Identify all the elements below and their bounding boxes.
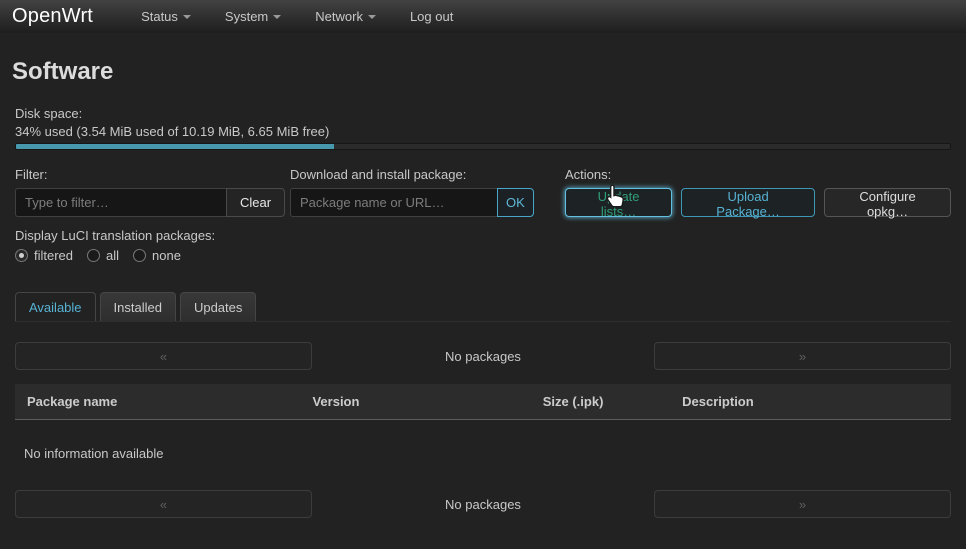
radio-none[interactable]: none <box>133 248 181 263</box>
pagination-top: « No packages » <box>15 342 951 370</box>
nav-item-network[interactable]: Network <box>315 9 376 24</box>
ok-button[interactable]: OK <box>497 188 534 217</box>
chevron-down-icon <box>183 15 191 19</box>
disk-space-label: Disk space: <box>15 106 951 121</box>
column-package-name: Package name <box>15 384 300 420</box>
chevron-down-icon <box>368 15 376 19</box>
configure-opkg-button[interactable]: Configure opkg… <box>824 188 951 217</box>
radio-icon <box>87 249 100 262</box>
pagination-bottom: « No packages » <box>15 490 951 518</box>
column-description: Description <box>670 384 951 420</box>
nav-item-network-label: Network <box>315 9 363 24</box>
nav-item-status[interactable]: Status <box>141 9 191 24</box>
radio-filtered[interactable]: filtered <box>15 248 73 263</box>
download-section: Download and install package: OK <box>290 167 565 217</box>
empty-table-message: No information available <box>24 446 951 461</box>
upload-package-button[interactable]: Upload Package… <box>681 188 815 217</box>
clear-button[interactable]: Clear <box>226 188 285 217</box>
radio-icon <box>15 249 28 262</box>
column-size: Size (.ipk) <box>531 384 670 420</box>
page-title: Software <box>12 58 951 86</box>
main-nav: Status System Network Log out <box>141 9 453 24</box>
nav-item-logout[interactable]: Log out <box>410 9 453 24</box>
prev-page-button[interactable]: « <box>15 490 312 518</box>
prev-page-button[interactable]: « <box>15 342 312 370</box>
next-page-button[interactable]: » <box>654 342 951 370</box>
translation-label: Display LuCI translation packages: <box>15 228 951 243</box>
next-page-button[interactable]: » <box>654 490 951 518</box>
filter-label: Filter: <box>15 167 290 182</box>
nav-item-system-label: System <box>225 9 268 24</box>
filter-input[interactable] <box>15 188 227 217</box>
nav-item-logout-label: Log out <box>410 9 453 24</box>
radio-all[interactable]: all <box>87 248 119 263</box>
radio-all-label: all <box>106 248 119 263</box>
filter-section: Filter: Clear <box>15 167 290 217</box>
nav-item-system[interactable]: System <box>225 9 281 24</box>
package-table: Package name Version Size (.ipk) Descrip… <box>15 384 951 420</box>
package-tabs: Available Installed Updates <box>15 292 951 322</box>
disk-usage-text: 34% used (3.54 MiB used of 10.19 MiB, 6.… <box>15 124 951 139</box>
pagination-status: No packages <box>312 349 654 364</box>
package-url-input[interactable] <box>290 188 498 217</box>
brand-logo[interactable]: OpenWrt <box>12 5 93 28</box>
controls-row: Filter: Clear Download and install packa… <box>15 167 951 217</box>
update-lists-button[interactable]: Update lists… <box>565 188 672 217</box>
main-content: Software Disk space: 34% used (3.54 MiB … <box>0 58 966 518</box>
column-version: Version <box>300 384 530 420</box>
top-navbar: OpenWrt Status System Network Log out <box>0 0 966 33</box>
actions-label: Actions: <box>565 167 951 182</box>
disk-usage-bar <box>15 143 951 150</box>
radio-none-label: none <box>152 248 181 263</box>
pagination-status: No packages <box>312 497 654 512</box>
download-label: Download and install package: <box>290 167 565 182</box>
actions-section: Actions: Update lists… Upload Package… C… <box>565 167 951 217</box>
radio-icon <box>133 249 146 262</box>
tab-updates[interactable]: Updates <box>180 292 256 321</box>
table-header-row: Package name Version Size (.ipk) Descrip… <box>15 384 951 420</box>
translation-section: Display LuCI translation packages: filte… <box>15 228 951 263</box>
chevron-down-icon <box>273 15 281 19</box>
radio-filtered-label: filtered <box>34 248 73 263</box>
disk-space-section: Disk space: 34% used (3.54 MiB used of 1… <box>15 106 951 150</box>
tab-available[interactable]: Available <box>15 292 96 321</box>
disk-usage-fill <box>16 144 334 149</box>
tab-installed[interactable]: Installed <box>100 292 176 321</box>
nav-item-status-label: Status <box>141 9 178 24</box>
